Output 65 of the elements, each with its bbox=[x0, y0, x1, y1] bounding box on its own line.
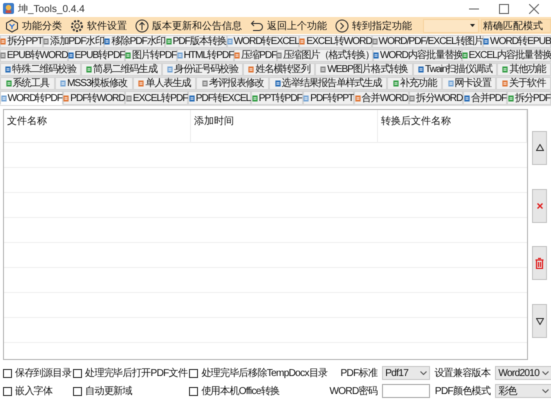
checkbox-option[interactable]: 使用本机Office转换 bbox=[189, 384, 328, 398]
tab[interactable]: WEBP图片格式转换 bbox=[315, 63, 413, 76]
tab[interactable]: EPUB转WORD bbox=[0, 49, 68, 62]
checkbox-option[interactable]: 处理完毕后打开PDF文件 bbox=[73, 366, 188, 380]
tab[interactable]: PDF转EXCEL bbox=[188, 91, 252, 105]
tab[interactable]: 合并PDF bbox=[463, 91, 508, 105]
column-header[interactable]: 文件名称 bbox=[4, 110, 191, 142]
tab[interactable]: 身份证号码校验 bbox=[162, 63, 244, 76]
tab[interactable]: 拆分PDF bbox=[507, 91, 551, 105]
tab[interactable]: 拆分PPT bbox=[0, 35, 43, 48]
tab[interactable]: WORD转EPUB bbox=[482, 35, 551, 48]
toolbar-button[interactable]: 返回上个功能 bbox=[247, 18, 330, 34]
tab[interactable]: PDF转PPT bbox=[302, 91, 354, 105]
tab[interactable]: 图片转PDF bbox=[124, 49, 177, 62]
tab[interactable]: 单人表生成 bbox=[132, 77, 196, 90]
tab[interactable]: 合并WORD bbox=[354, 91, 409, 105]
tab[interactable]: 关于软件 bbox=[496, 77, 551, 90]
tab[interactable]: 考评报表修改 bbox=[196, 77, 270, 90]
tab[interactable]: HTML转PDF bbox=[176, 49, 234, 62]
tab[interactable]: PDF转WORD bbox=[62, 91, 126, 105]
window-title: 坤_Tools_0.4.4 bbox=[18, 2, 86, 16]
tab[interactable]: 特殊二维码校验 bbox=[0, 63, 82, 76]
tab[interactable]: 选举结果报告单样式生成 bbox=[269, 77, 388, 90]
tab[interactable]: 简易二维码生成 bbox=[81, 63, 162, 76]
mode-select[interactable]: 精确匹配模式 bbox=[481, 18, 551, 32]
checkbox-option[interactable]: 自动更新域 bbox=[73, 384, 188, 398]
toolbar-button[interactable]: 版本更新和公告信息 bbox=[132, 18, 245, 34]
tab[interactable]: WORD内容批量替换 bbox=[373, 49, 462, 62]
tab[interactable]: WORD转EXCEL bbox=[226, 35, 300, 48]
tab[interactable]: WORD转PDF bbox=[0, 91, 63, 105]
field-label: 设置兼容版本 bbox=[434, 366, 492, 380]
file-table[interactable]: 文件名称 添加时间 转换后文件名称 bbox=[3, 109, 528, 360]
tab[interactable]: 压缩PDF bbox=[234, 49, 277, 62]
pdf-standard-select[interactable]: Pdf17 bbox=[382, 366, 430, 380]
tab[interactable]: EPUB转PDF bbox=[68, 49, 125, 62]
tab[interactable]: WORD/PDF/EXCEL转图片 bbox=[372, 35, 483, 48]
toolbar-button[interactable]: 功能分类 bbox=[2, 18, 65, 34]
tab[interactable]: 补充功能 bbox=[387, 77, 442, 90]
column-header[interactable]: 添加时间 bbox=[191, 110, 378, 142]
toolbar-button[interactable]: 软件设置 bbox=[67, 18, 130, 34]
tab[interactable]: EXCEL转PDF bbox=[125, 91, 188, 105]
tab[interactable]: 网卡设置 bbox=[442, 77, 496, 90]
tab[interactable]: 拆分WORD bbox=[408, 91, 464, 105]
tab[interactable]: EXCEL内容批量替换 bbox=[462, 49, 551, 62]
checkbox-option[interactable]: 嵌入字体 bbox=[3, 384, 72, 398]
tab[interactable]: Twain扫描仪调试 bbox=[412, 63, 498, 76]
tab[interactable]: PDF版本转换 bbox=[165, 35, 227, 48]
field-label: PDF标准 bbox=[340, 366, 379, 380]
color-mode-select[interactable]: 彩色 bbox=[495, 384, 551, 398]
column-header[interactable]: 转换后文件名称 bbox=[378, 110, 527, 142]
checkbox-option[interactable]: 处理完毕后移除TempDocx目录 bbox=[189, 366, 328, 380]
tab[interactable]: 移除PDF水印 bbox=[104, 35, 166, 48]
tab[interactable]: 姓名横转竖列 bbox=[243, 63, 316, 76]
tab[interactable]: MSS3模板修改 bbox=[54, 77, 133, 90]
toolbar-button[interactable]: 转到指定功能 bbox=[332, 18, 415, 34]
field-label: WORD密码 bbox=[330, 384, 378, 398]
tab[interactable]: PPT转PDF bbox=[251, 91, 303, 105]
field-label: PDF颜色模式 bbox=[434, 384, 492, 398]
tab[interactable]: 压缩图片（格式转换） bbox=[276, 49, 374, 62]
tab[interactable]: EXCEL转WORD bbox=[299, 35, 372, 48]
compat-version-select[interactable]: Word2010 bbox=[495, 366, 551, 380]
tab[interactable]: 系统工具 bbox=[0, 77, 55, 90]
tab[interactable]: 其他功能 bbox=[497, 63, 551, 76]
tab[interactable]: 添加PDF水印 bbox=[42, 35, 104, 48]
checkbox-option[interactable]: 保存到源目录 bbox=[3, 366, 72, 380]
